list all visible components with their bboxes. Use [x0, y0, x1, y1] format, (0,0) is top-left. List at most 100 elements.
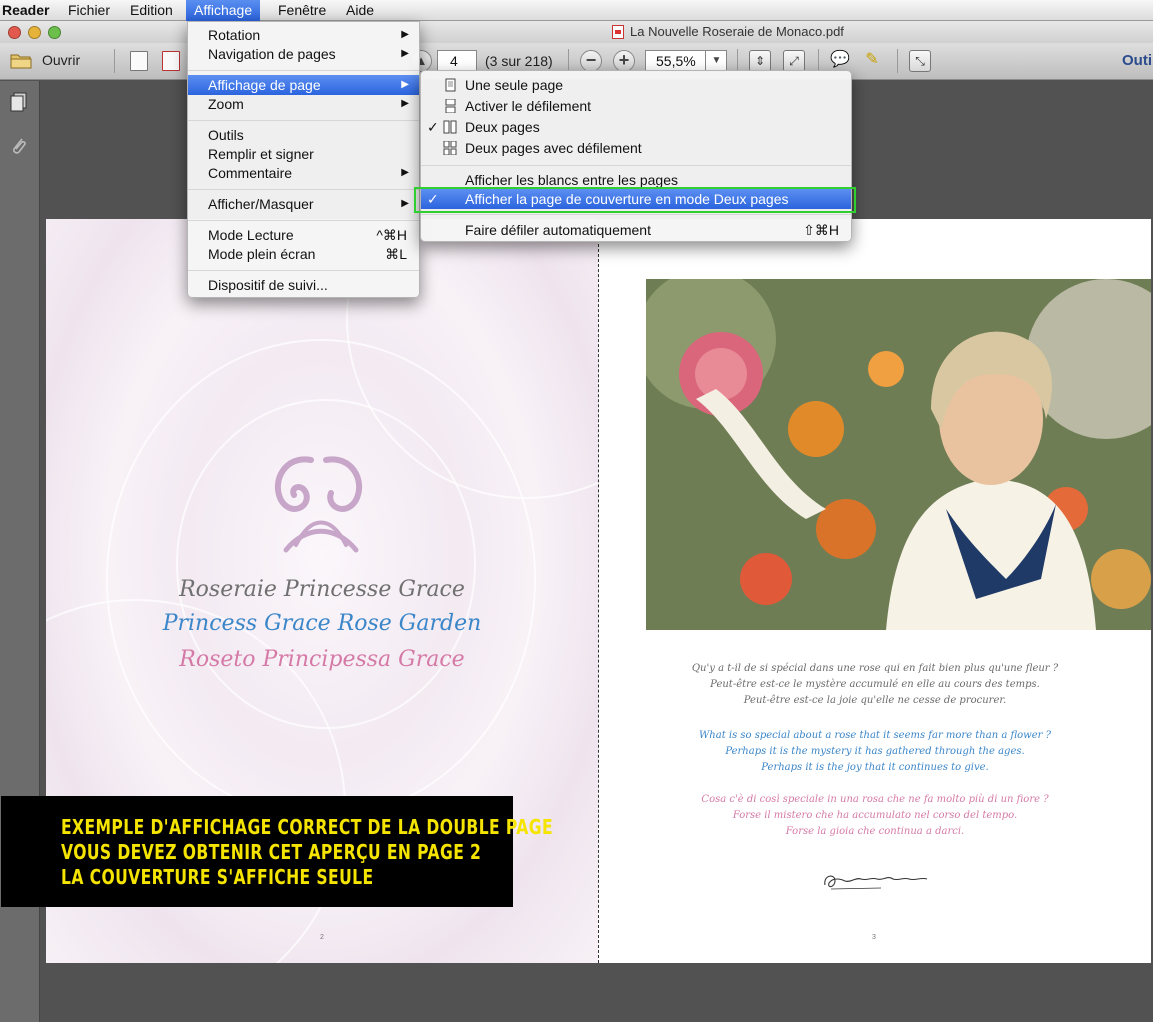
quote-french: Qu'y a t-il de si spécial dans une rose …: [599, 661, 1151, 709]
submenu-arrow-icon: ▶: [401, 48, 409, 59]
menu-item-navigation[interactable]: Navigation de pages ▶: [188, 44, 419, 64]
menu-item-affichage-de-page[interactable]: Affichage de page ▶: [188, 75, 419, 95]
create-pdf-icon[interactable]: [130, 51, 148, 71]
menu-separator: [188, 189, 419, 190]
quote-it-line: Forse il mistero che ha accumulato nel c…: [732, 810, 1018, 821]
menu-item-afficher-masquer[interactable]: Afficher/Masquer ▶: [188, 194, 419, 214]
menu-item-remplir-signer[interactable]: Remplir et signer: [188, 144, 419, 164]
handwritten-signature: [824, 875, 928, 890]
menu-item-plein-ecran[interactable]: Mode plein écran ⌘L: [188, 244, 419, 264]
menu-item-label: Rotation: [208, 27, 261, 43]
affichage-menu: Rotation ▶ Navigation de pages ▶ Afficha…: [187, 21, 420, 298]
menu-item-outils[interactable]: Outils: [188, 125, 419, 145]
menu-item-rotation[interactable]: Rotation ▶: [188, 25, 419, 45]
menu-item-label: Deux pages avec défilement: [465, 140, 642, 156]
menu-separator: [421, 165, 851, 166]
menu-separator: [188, 220, 419, 221]
menu-item-label: Outils: [208, 127, 244, 143]
minimize-button[interactable]: [28, 26, 41, 39]
comment-icon[interactable]: 💬: [829, 50, 851, 72]
menu-app-reader[interactable]: Reader: [0, 0, 57, 21]
window-title-bar: La Nouvelle Roseraie de Monaco.pdf: [0, 21, 1153, 43]
instruction-banner: EXEMPLE D'AFFICHAGE CORRECT DE LA DOUBLE…: [1, 796, 553, 907]
submenu-arrow-icon: ▶: [401, 79, 409, 90]
fullscreen-icon[interactable]: ⤡: [909, 50, 931, 72]
menu-separator: [188, 270, 419, 271]
quote-italian: Cosa c'è di così speciale in una rosa ch…: [599, 792, 1151, 840]
menu-item-defiler-automatiquement[interactable]: Faire défiler automatiquement ⇧⌘H: [421, 220, 851, 240]
menu-item-activer-defilement[interactable]: Activer le défilement: [421, 96, 851, 116]
banner-line: LA COUVERTURE S'AFFICHE SEULE: [61, 865, 374, 889]
menu-item-une-seule-page[interactable]: Une seule page: [421, 75, 851, 95]
menu-item-label: Affichage de page: [208, 77, 321, 93]
quote-english: What is so special about a rose that it …: [599, 728, 1151, 776]
quote-it-line: Cosa c'è di così speciale in una rosa ch…: [701, 794, 1049, 805]
submenu-arrow-icon: ▶: [401, 198, 409, 209]
menu-item-mode-lecture[interactable]: Mode Lecture ^⌘H: [188, 225, 419, 245]
page-number-input[interactable]: 4: [437, 50, 477, 72]
menu-item-label: Mode Lecture: [208, 227, 294, 243]
folder-open-icon[interactable]: [10, 52, 32, 69]
quote-fr-line: Qu'y a t-il de si spécial dans une rose …: [691, 663, 1059, 674]
pages-panel-icon[interactable]: [8, 91, 30, 113]
attachment-paperclip-icon[interactable]: [9, 135, 29, 157]
menu-separator: [421, 214, 851, 215]
page-count-label: (3 sur 218): [485, 53, 553, 69]
menu-edition[interactable]: Edition: [122, 0, 181, 21]
zoom-window-button[interactable]: [48, 26, 61, 39]
annotation-highlight-box: [414, 187, 856, 213]
menu-item-label: Zoom: [208, 96, 244, 112]
quote-fr-line: Peut-être est-ce la joie qu'elle ne cess…: [743, 695, 1007, 706]
menu-aide[interactable]: Aide: [338, 0, 382, 21]
menu-item-label: Deux pages: [465, 119, 540, 135]
submenu-arrow-icon: ▶: [401, 98, 409, 109]
menu-item-label: Remplir et signer: [208, 146, 314, 162]
menu-separator: [188, 70, 419, 71]
zoom-out-button[interactable]: −: [580, 50, 602, 72]
menu-item-label: Navigation de pages: [208, 46, 336, 62]
menu-separator: [188, 120, 419, 121]
page-number-right: 3: [872, 934, 876, 941]
tools-button-label[interactable]: Outi: [1122, 52, 1152, 69]
menu-item-deux-pages[interactable]: ✓ Deux pages: [421, 117, 851, 137]
menu-item-zoom[interactable]: Zoom ▶: [188, 94, 419, 114]
open-button-label[interactable]: Ouvrir: [42, 52, 80, 68]
close-button[interactable]: [8, 26, 21, 39]
menu-bar: Reader Fichier Edition Affichage Fenêtre…: [0, 0, 1153, 21]
export-pdf-icon[interactable]: [162, 51, 180, 71]
quote-en-line: What is so special about a rose that it …: [699, 730, 1051, 741]
menu-item-commentaire[interactable]: Commentaire ▶: [188, 163, 419, 183]
menu-item-label: Faire défiler automatiquement: [465, 222, 651, 238]
shortcut-label: ⇧⌘H: [803, 222, 839, 238]
menu-fichier[interactable]: Fichier: [60, 0, 118, 21]
checkmark-icon: ✓: [427, 119, 439, 135]
portrait-photo: [646, 279, 1151, 630]
two-pages-scrolling-icon: [443, 141, 457, 155]
title-french: Roseraie Princesse Grace: [179, 577, 465, 602]
menu-item-label: Dispositif de suivi...: [208, 277, 328, 293]
banner-line: EXEMPLE D'AFFICHAGE CORRECT DE LA DOUBLE…: [61, 815, 553, 839]
menu-item-dispositif-suivi[interactable]: Dispositif de suivi...: [188, 275, 419, 295]
menu-affichage[interactable]: Affichage: [186, 0, 261, 21]
menu-item-label: Mode plein écran: [208, 246, 316, 262]
toolbar-separator: [897, 49, 898, 73]
zoom-in-button[interactable]: +: [613, 50, 635, 72]
title-italian: Roseto Principessa Grace: [179, 647, 465, 672]
highlight-pen-icon[interactable]: ✎: [861, 50, 883, 72]
submenu-arrow-icon: ▶: [401, 167, 409, 178]
menu-item-label: Activer le défilement: [465, 98, 592, 114]
menu-fenetre[interactable]: Fenêtre: [270, 0, 334, 21]
quote-en-line: Perhaps it is the mystery it has gathere…: [725, 746, 1025, 757]
menu-item-deux-pages-defilement[interactable]: Deux pages avec défilement: [421, 138, 851, 158]
quote-en-line: Perhaps it is the joy that it continues …: [761, 762, 989, 773]
banner-line: VOUS DEVEZ OBTENIR CET APERÇU EN PAGE 2: [61, 840, 482, 864]
gp-monogram-logo: [274, 456, 363, 553]
shortcut-label: ⌘L: [385, 246, 407, 262]
title-english: Princess Grace Rose Garden: [162, 611, 482, 636]
fit-width-icon[interactable]: ⇕: [749, 50, 771, 72]
scrolling-page-icon: [445, 99, 456, 113]
pdf-file-icon: [612, 25, 624, 39]
fit-page-icon[interactable]: ⤢: [783, 50, 805, 72]
page-right: Qu'y a t-il de si spécial dans une rose …: [599, 219, 1151, 963]
chevron-down-icon[interactable]: ▼: [705, 50, 727, 72]
